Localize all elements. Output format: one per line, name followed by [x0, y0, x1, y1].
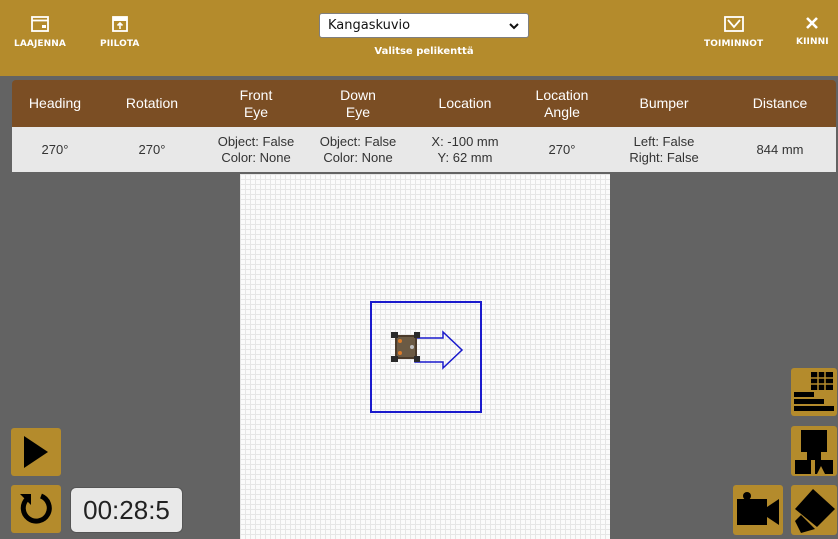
- hide-label: PIILOTA: [100, 39, 140, 49]
- robot-icon: [795, 430, 833, 474]
- field-select[interactable]: Kangaskuvio: [319, 13, 529, 38]
- value-bumper: Left: False Right: False: [629, 133, 699, 165]
- header-distance: Distance: [752, 95, 808, 111]
- table-icon: [794, 372, 834, 411]
- actions-label: TOIMINNOT: [704, 39, 764, 49]
- drawn-square-path: [370, 301, 482, 413]
- header-location: Location: [438, 95, 492, 111]
- field-select-caption: Valitse pelikenttä: [374, 46, 474, 57]
- expand-label: LAAJENNA: [14, 39, 66, 49]
- play-button[interactable]: [11, 428, 61, 476]
- header-bumper: Bumper: [639, 95, 689, 111]
- value-distance: 844 mm: [756, 141, 804, 157]
- heading-arrow: [414, 330, 464, 370]
- header-down-eye: Down Eye: [340, 86, 376, 120]
- eraser-button[interactable]: [791, 485, 837, 535]
- hide-icon: [111, 16, 128, 32]
- header-rotation: Rotation: [125, 95, 179, 111]
- timer-display: 00:28:5: [70, 487, 183, 533]
- table-button[interactable]: [791, 368, 837, 416]
- stats-values: 270° 270° Object: False Color: None Objec…: [12, 127, 836, 172]
- field-drawing: [370, 301, 482, 413]
- expand-icon: [31, 16, 49, 32]
- header-location-angle: Location Angle: [535, 86, 589, 120]
- top-toolbar: LAAJENNA PIILOTA Kangaskuvio Valitse pel…: [0, 0, 838, 76]
- robot-sprite: [391, 332, 420, 362]
- value-down-eye: Object: False Color: None: [319, 133, 397, 165]
- reset-icon: [20, 493, 52, 524]
- close-button[interactable]: KIINNI: [796, 16, 829, 47]
- value-location-angle: 270°: [548, 141, 576, 157]
- value-rotation: 270°: [138, 141, 166, 157]
- expand-button[interactable]: LAAJENNA: [14, 16, 66, 49]
- value-front-eye: Object: False Color: None: [217, 133, 295, 165]
- camera-button[interactable]: [733, 485, 783, 535]
- value-heading: 270°: [41, 141, 69, 157]
- chevron-down-icon: [509, 22, 519, 29]
- close-label: KIINNI: [796, 37, 829, 47]
- header-heading: Heading: [28, 95, 82, 111]
- robot-view-button[interactable]: [791, 426, 837, 476]
- actions-icon: [723, 16, 744, 32]
- close-icon: [806, 17, 819, 29]
- hide-button[interactable]: PIILOTA: [100, 16, 139, 49]
- camera-icon: [737, 492, 779, 525]
- header-front-eye: Front Eye: [239, 86, 273, 120]
- actions-button[interactable]: TOIMINNOT: [704, 16, 763, 49]
- reset-button[interactable]: [11, 485, 61, 533]
- play-icon: [24, 436, 48, 468]
- play-field[interactable]: [240, 174, 610, 539]
- eraser-icon: [795, 489, 835, 533]
- stats-header: Heading Rotation Front Eye Down Eye Locati…: [12, 80, 836, 127]
- field-select-value: Kangaskuvio: [328, 18, 411, 33]
- value-location: X: -100 mm Y: 62 mm: [431, 133, 499, 165]
